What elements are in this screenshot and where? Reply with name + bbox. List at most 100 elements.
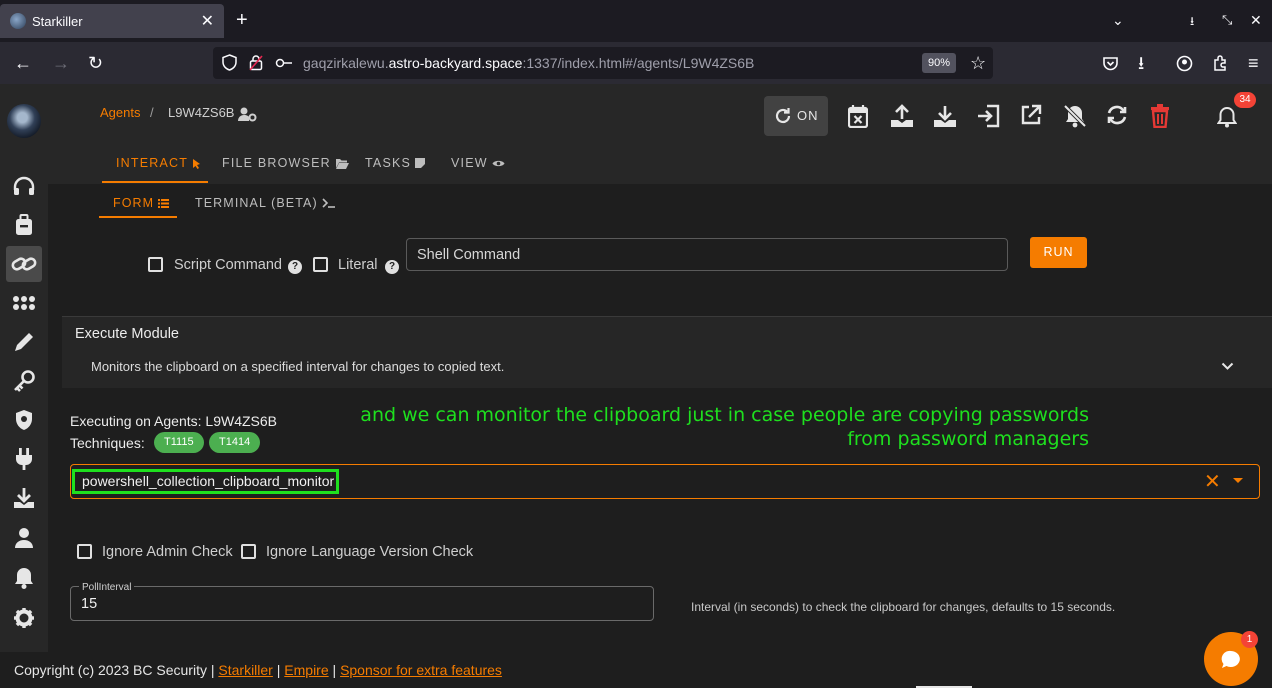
sidebar-item-notifications[interactable] — [6, 560, 42, 596]
tab-view[interactable]: VIEW — [451, 156, 505, 170]
open-external-button[interactable] — [1020, 104, 1042, 126]
close-tab-icon[interactable]: ✕ — [201, 11, 214, 31]
delete-agent-button[interactable] — [1150, 104, 1170, 128]
plug-icon — [16, 448, 32, 470]
grid-icon — [13, 296, 35, 310]
sidebar-item-security[interactable] — [6, 402, 42, 438]
account-icon[interactable] — [1176, 55, 1193, 72]
menu-icon[interactable]: ≡ — [1248, 53, 1259, 73]
sidebar-item-plugins-editor[interactable] — [6, 324, 42, 360]
download-button[interactable] — [933, 104, 957, 128]
refresh-on-icon — [775, 108, 791, 124]
sidebar-item-credentials[interactable] — [6, 363, 42, 399]
annotation-line-2: from password managers — [847, 428, 1089, 450]
footer-separator: | — [276, 662, 281, 678]
lock-warning-icon[interactable] — [249, 54, 263, 71]
script-import-button[interactable] — [977, 104, 1001, 128]
agent-settings-icon[interactable] — [238, 107, 257, 122]
new-tab-icon[interactable]: + — [236, 9, 248, 32]
window-close-icon[interactable]: ✕ — [1250, 12, 1262, 29]
tab-tasks[interactable]: TASKS — [365, 156, 426, 170]
literal-help-icon[interactable]: ? — [385, 260, 399, 274]
downloads-icon[interactable]: ⭳ — [1138, 53, 1144, 73]
execute-module-panel[interactable] — [62, 316, 1272, 388]
list-icon — [158, 198, 170, 208]
shield-icon[interactable] — [222, 54, 237, 71]
restore-icon[interactable]: ⤡ — [1222, 12, 1232, 28]
script-command-label: Script Command — [174, 257, 282, 273]
caret-down-icon[interactable] — [1233, 478, 1243, 483]
sidebar-item-agents[interactable] — [6, 246, 42, 282]
extensions-icon[interactable] — [1212, 55, 1228, 71]
footer-separator: | — [332, 662, 337, 678]
clear-icon[interactable]: ✕ — [1204, 472, 1221, 492]
script-command-help-icon[interactable]: ? — [288, 260, 302, 274]
sidebar-item-users[interactable] — [6, 520, 42, 556]
minimize-icon[interactable]: ⭳ — [1190, 12, 1194, 33]
shield-icon — [16, 410, 32, 430]
download-icon — [934, 106, 956, 127]
sidebar-item-listeners[interactable] — [6, 168, 42, 204]
selected-module[interactable]: powershell_collection_clipboard_monitor — [72, 469, 340, 494]
sponsor-link[interactable]: Sponsor for extra features — [340, 662, 502, 678]
tab-view-label: VIEW — [451, 156, 488, 170]
key-icon — [14, 370, 35, 392]
poll-interval-field[interactable] — [70, 586, 654, 621]
tab-file-browser[interactable]: FILE BROWSER — [222, 156, 349, 170]
url-bar[interactable]: gaqzirkalewu.astro-backyard.space:1337/i… — [213, 47, 993, 79]
literal-checkbox[interactable] — [313, 257, 328, 272]
notifications-button[interactable] — [1217, 106, 1237, 128]
poll-interval-hint: Interval (in seconds) to check the clipb… — [691, 600, 1116, 614]
forward-icon[interactable]: → — [52, 53, 70, 73]
note-icon — [415, 158, 426, 168]
chevron-down-icon[interactable] — [1221, 362, 1234, 371]
kill-date-button[interactable] — [848, 104, 868, 128]
empire-link[interactable]: Empire — [284, 662, 328, 678]
pocket-icon[interactable] — [1102, 55, 1119, 72]
back-icon[interactable]: ← — [14, 53, 32, 73]
tab-interact[interactable]: INTERACT — [116, 156, 201, 170]
literal-label: Literal — [338, 257, 378, 273]
poll-interval-value[interactable]: 15 — [81, 596, 97, 612]
browser-tab[interactable]: Starkiller ✕ — [0, 4, 224, 38]
run-button[interactable]: RUN — [1030, 237, 1087, 268]
shell-command-input[interactable]: Shell Command — [406, 238, 1008, 271]
subtab-form[interactable]: FORM — [113, 196, 170, 210]
upload-button[interactable] — [890, 104, 914, 128]
breadcrumb-separator: / — [150, 105, 154, 120]
bell-icon — [15, 568, 33, 589]
headphones-icon — [13, 176, 35, 195]
refresh-button[interactable] — [1106, 104, 1128, 126]
agent-status-toggle[interactable]: ON — [764, 96, 828, 136]
breadcrumb-current: L9W4ZS6B — [168, 105, 235, 120]
ignore-admin-checkbox[interactable] — [77, 544, 92, 559]
reload-icon[interactable]: ↻ — [88, 53, 103, 73]
sidebar-item-downloads[interactable] — [6, 480, 42, 516]
shell-command-placeholder: Shell Command — [417, 247, 521, 263]
technique-chip[interactable]: T1115 — [154, 432, 204, 453]
module-description: Monitors the clipboard on a specified in… — [91, 359, 505, 374]
sidebar-item-modules[interactable] — [6, 285, 42, 321]
active-tab-indicator — [102, 181, 208, 183]
sidebar-item-plugins[interactable] — [6, 441, 42, 477]
mute-notifications-button[interactable] — [1063, 104, 1087, 128]
ignore-language-checkbox[interactable] — [241, 544, 256, 559]
tab-list-icon[interactable]: ⌄ — [1112, 12, 1124, 29]
ignore-language-label: Ignore Language Version Check — [266, 544, 474, 560]
zoom-level[interactable]: 90% — [922, 53, 956, 73]
permissions-icon[interactable] — [275, 56, 293, 70]
annotation-line-1: and we can monitor the clipboard just in… — [360, 404, 1089, 426]
sidebar-item-stagers[interactable] — [6, 207, 42, 243]
subtab-terminal[interactable]: TERMINAL (BETA) — [195, 196, 336, 210]
script-command-checkbox[interactable] — [148, 257, 163, 272]
starkiller-link[interactable]: Starkiller — [218, 662, 272, 678]
bookmark-star-icon[interactable]: ☆ — [970, 53, 986, 74]
calendar-x-icon — [848, 105, 868, 128]
technique-chip[interactable]: T1414 — [209, 432, 261, 453]
breadcrumb-agents[interactable]: Agents — [100, 105, 140, 120]
folder-open-icon — [335, 158, 349, 169]
chat-badge: 1 — [1241, 631, 1258, 648]
sidebar-item-settings[interactable] — [6, 600, 42, 636]
url-text[interactable]: gaqzirkalewu.astro-backyard.space:1337/i… — [303, 55, 754, 71]
starkiller-logo[interactable] — [7, 104, 41, 138]
